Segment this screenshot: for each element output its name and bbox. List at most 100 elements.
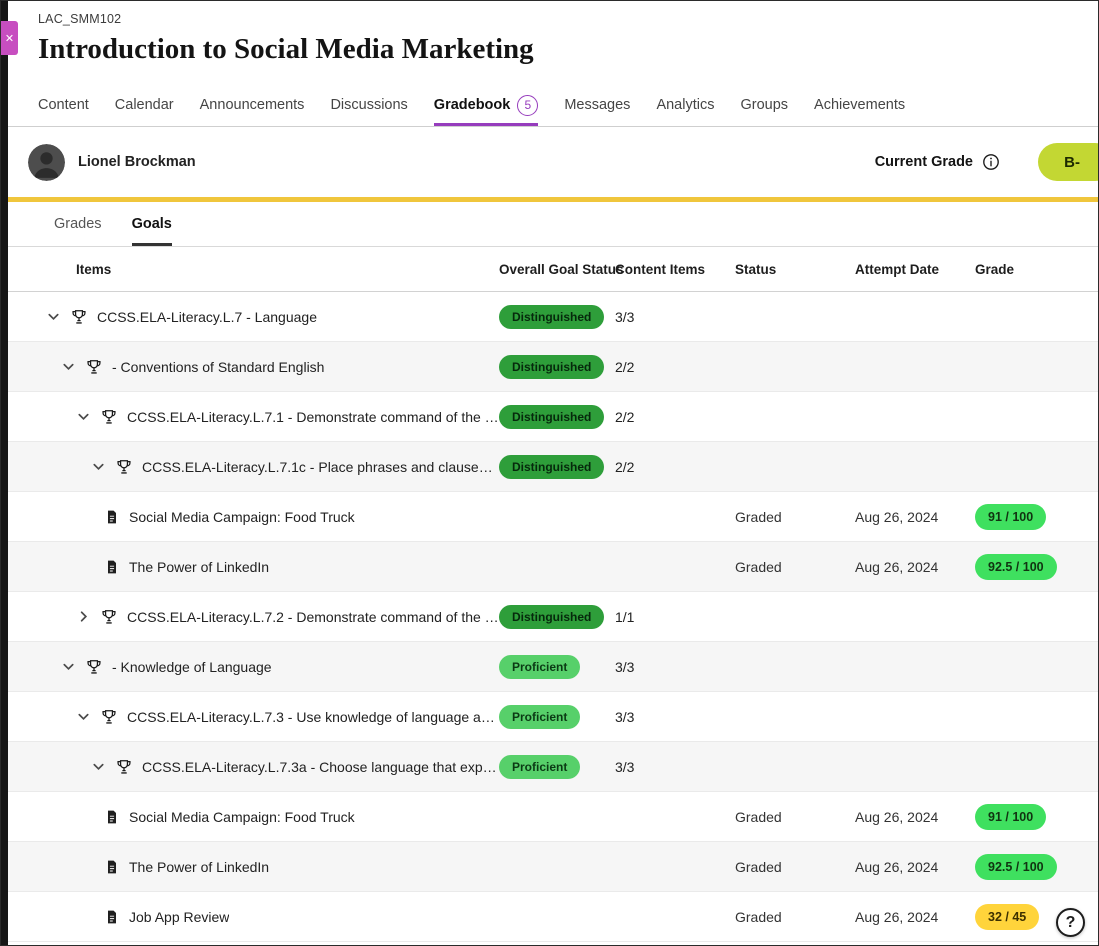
goal-status-pill: Distinguished	[499, 405, 604, 429]
goal-status-pill: Distinguished	[499, 355, 604, 379]
nav-tab-label: Gradebook	[434, 97, 511, 113]
overall-goal-status-cell: Distinguished	[499, 305, 615, 329]
chevron-down-icon[interactable]	[91, 459, 106, 474]
column-header-grade: Grade	[975, 262, 1098, 277]
goal-status-pill: Distinguished	[499, 455, 604, 479]
current-grade-label: Current Grade	[875, 154, 973, 170]
nav-tab-messages[interactable]: Messages	[564, 85, 630, 126]
goal-status-pill: Proficient	[499, 705, 580, 729]
student-name: Lionel Brockman	[78, 154, 196, 170]
content-item-label: The Power of LinkedIn	[129, 559, 269, 575]
overall-goal-status-cell: Distinguished	[499, 455, 615, 479]
nav-tab-analytics[interactable]: Analytics	[656, 85, 714, 126]
goal-label: CCSS.ELA-Literacy.L.7.1 - Demonstrate co…	[127, 409, 499, 425]
trophy-icon	[115, 758, 133, 776]
items-cell: Social Media Campaign: Food Truck	[8, 509, 499, 525]
nav-tab-label: Discussions	[330, 97, 407, 113]
content-item-row[interactable]: Social Media Campaign: Food TruckGradedA…	[8, 792, 1098, 842]
current-grade-pill[interactable]: B-	[1038, 143, 1099, 181]
nav-tab-label: Analytics	[656, 97, 714, 113]
document-icon	[104, 909, 120, 925]
goal-status-pill: Distinguished	[499, 305, 604, 329]
course-title: Introduction to Social Media Marketing	[38, 33, 1098, 66]
chevron-down-icon[interactable]	[61, 659, 76, 674]
items-cell: CCSS.ELA-Literacy.L.7 - Language	[8, 308, 499, 326]
column-header-status: Status	[735, 262, 855, 277]
goals-table-header: Items Overall Goal Status Content Items …	[8, 247, 1098, 292]
goal-label: CCSS.ELA-Literacy.L.7.2 - Demonstrate co…	[127, 609, 499, 625]
content-item-row[interactable]: The Power of LinkedInGradedAug 26, 20249…	[8, 842, 1098, 892]
grade-pill: 32 / 45	[975, 904, 1039, 930]
goal-row: CCSS.ELA-Literacy.L.7.3a - Choose langua…	[8, 742, 1098, 792]
nav-tab-label: Messages	[564, 97, 630, 113]
content-item-label: Social Media Campaign: Food Truck	[129, 809, 355, 825]
status-cell: Graded	[735, 559, 855, 575]
trophy-icon	[100, 708, 118, 726]
content-item-row[interactable]: Job App ReviewGradedAug 26, 202432 / 45	[8, 892, 1098, 942]
student-bar: Lionel Brockman Current Grade B-	[8, 127, 1098, 197]
overall-goal-status-cell: Proficient	[499, 655, 615, 679]
chevron-right-icon[interactable]	[76, 609, 91, 624]
content-item-row[interactable]: The Power of LinkedInGradedAug 26, 20249…	[8, 542, 1098, 592]
chevron-down-icon[interactable]	[61, 359, 76, 374]
items-cell: CCSS.ELA-Literacy.L.7.2 - Demonstrate co…	[8, 608, 499, 626]
overall-goal-status-cell: Proficient	[499, 705, 615, 729]
goal-label: CCSS.ELA-Literacy.L.7.1c - Place phrases…	[142, 459, 499, 475]
trophy-icon	[85, 358, 103, 376]
items-cell: CCSS.ELA-Literacy.L.7.3 - Use knowledge …	[8, 708, 499, 726]
chevron-down-icon[interactable]	[91, 759, 106, 774]
goals-table: Items Overall Goal Status Content Items …	[8, 247, 1098, 945]
nav-tab-label: Achievements	[814, 97, 905, 113]
column-header-attempt-date: Attempt Date	[855, 262, 975, 277]
nav-tab-label: Calendar	[115, 97, 174, 113]
trophy-icon	[100, 408, 118, 426]
column-header-overall-goal-status: Overall Goal Status	[499, 262, 615, 277]
content-item-label: Job App Review	[129, 909, 229, 925]
chevron-down-icon[interactable]	[76, 409, 91, 424]
nav-tab-achievements[interactable]: Achievements	[814, 85, 905, 126]
attempt-date-cell: Aug 26, 2024	[855, 909, 975, 925]
items-cell: Job App Review	[8, 909, 499, 925]
goal-label: CCSS.ELA-Literacy.L.7 - Language	[97, 309, 317, 325]
items-cell: CCSS.ELA-Literacy.L.7.1 - Demonstrate co…	[8, 408, 499, 426]
content-item-row[interactable]: Social Media Campaign: Food TruckGradedA…	[8, 492, 1098, 542]
grade-cell: 91 / 100	[975, 504, 1098, 530]
help-button[interactable]: ?	[1056, 908, 1085, 937]
avatar	[28, 144, 65, 181]
document-icon	[104, 859, 120, 875]
nav-tab-discussions[interactable]: Discussions	[330, 85, 407, 126]
nav-tab-groups[interactable]: Groups	[740, 85, 788, 126]
goal-row: - Knowledge of Language Proficient3/3	[8, 642, 1098, 692]
course-id: LAC_SMM102	[38, 12, 1098, 26]
nav-tab-gradebook[interactable]: Gradebook5	[434, 85, 539, 126]
trophy-icon	[115, 458, 133, 476]
nav-tab-calendar[interactable]: Calendar	[115, 85, 174, 126]
overall-goal-status-cell: Distinguished	[499, 405, 615, 429]
items-cell: The Power of LinkedIn	[8, 559, 499, 575]
app-window: ✕ LAC_SMM102 Introduction to Social Medi…	[0, 0, 1099, 946]
chevron-down-icon[interactable]	[46, 309, 61, 324]
status-cell: Graded	[735, 859, 855, 875]
document-icon	[104, 559, 120, 575]
gradebook-subtabs: Grades Goals	[8, 202, 1098, 247]
close-panel-tab[interactable]: ✕	[1, 21, 18, 55]
content-items-cell: 3/3	[615, 709, 735, 725]
goal-label: - Conventions of Standard English	[112, 359, 324, 375]
goal-label: - Knowledge of Language	[112, 659, 272, 675]
goal-status-pill: Proficient	[499, 755, 580, 779]
nav-tab-content[interactable]: Content	[38, 85, 89, 126]
content-items-cell: 3/3	[615, 659, 735, 675]
nav-tab-announcements[interactable]: Announcements	[200, 85, 305, 126]
content-items-cell: 3/3	[615, 759, 735, 775]
course-nav-list: Content Calendar Announcements Discussions G…	[38, 85, 1098, 126]
info-icon[interactable]	[982, 153, 1000, 171]
items-cell: - Knowledge of Language	[8, 658, 499, 676]
subtab-goals[interactable]: Goals	[132, 202, 172, 246]
chevron-down-icon[interactable]	[76, 709, 91, 724]
items-cell: The Power of LinkedIn	[8, 859, 499, 875]
subtab-grades[interactable]: Grades	[54, 202, 102, 246]
nav-tab-label: Groups	[740, 97, 788, 113]
course-header: LAC_SMM102 Introduction to Social Media …	[8, 1, 1098, 85]
goals-table-body: CCSS.ELA-Literacy.L.7 - Language Distingu…	[8, 292, 1098, 942]
grade-pill: 91 / 100	[975, 804, 1046, 830]
